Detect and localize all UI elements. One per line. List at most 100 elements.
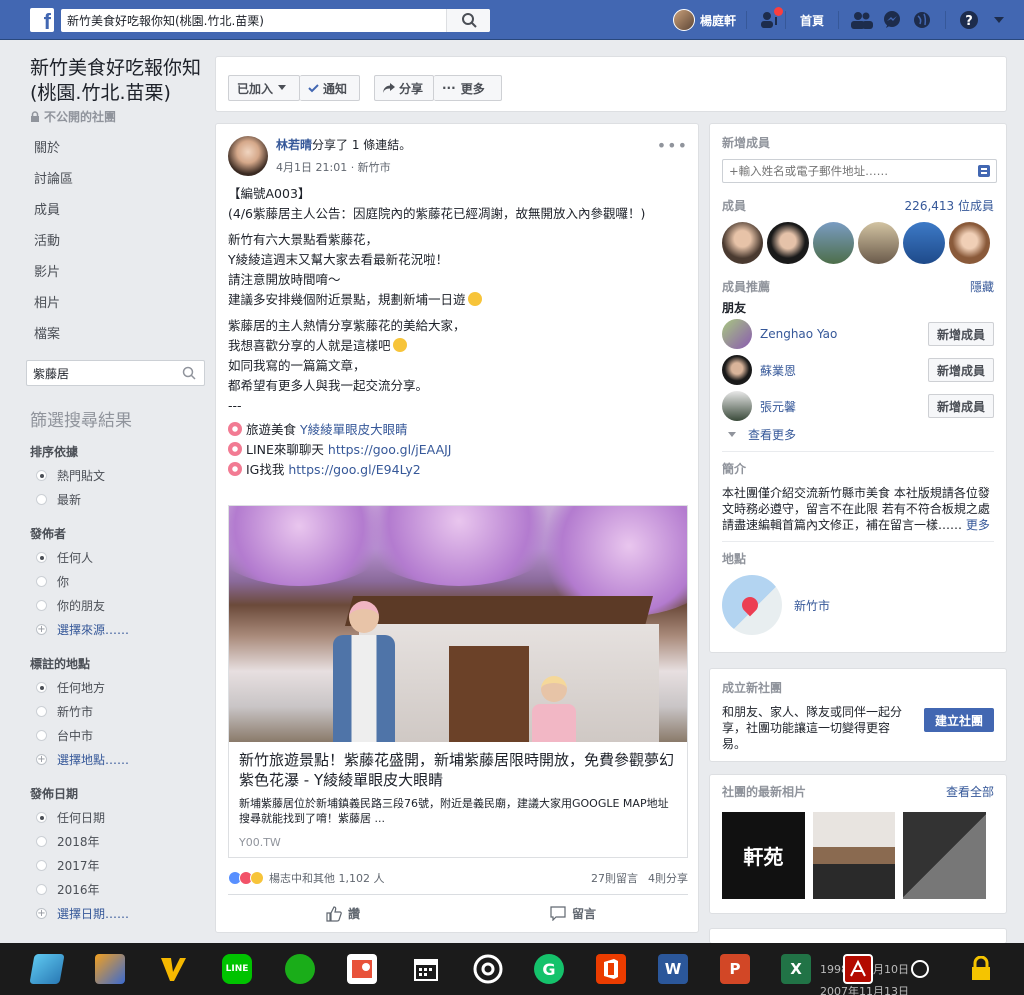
members-count-link[interactable]: 226,413 位成員 (905, 197, 994, 214)
friend-name[interactable]: 蘇業恩 (760, 362, 928, 379)
group-search-input[interactable] (27, 361, 167, 385)
comments-count[interactable]: 27則留言 (591, 870, 638, 886)
shares-count[interactable]: 4則分享 (648, 870, 688, 886)
vegas-app-icon[interactable] (158, 954, 188, 984)
about-more-link[interactable]: 更多 (966, 518, 990, 532)
sidebar-item-about[interactable]: 關於 (20, 133, 210, 164)
radio[interactable] (36, 599, 47, 611)
facebook-logo[interactable]: f (30, 8, 54, 32)
movie-app-icon[interactable] (95, 954, 125, 984)
radio[interactable] (36, 883, 47, 895)
filter-option[interactable]: 任何人 (30, 545, 210, 569)
filter-option[interactable]: 2017年 (30, 853, 210, 877)
choose-date-link[interactable]: 選擇日期…… (57, 905, 129, 922)
avatar[interactable] (722, 319, 752, 349)
filter-more[interactable]: + 選擇地點…… (30, 747, 210, 771)
friend-name[interactable]: 張元馨 (760, 398, 928, 415)
filter-option[interactable]: 台中市 (30, 723, 210, 747)
help-button[interactable]: ? (958, 9, 980, 31)
line-link[interactable]: https://goo.gl/jEAAJJ (328, 442, 452, 457)
see-more-link[interactable]: 查看更多 (748, 426, 796, 443)
profile-link[interactable]: 楊庭軒 (663, 9, 746, 31)
like-button[interactable]: 讚 (228, 905, 458, 922)
radio[interactable] (36, 575, 47, 587)
notifications-button[interactable] (911, 9, 933, 31)
filter-option[interactable]: 熱門貼文 (30, 463, 210, 487)
add-member-input[interactable] (723, 160, 968, 182)
global-search-input[interactable] (61, 9, 451, 32)
more-button[interactable]: ··· 更多 (434, 75, 502, 101)
grammarly-app-icon[interactable]: G (534, 954, 564, 984)
filter-option[interactable]: 2018年 (30, 829, 210, 853)
music-app-icon[interactable] (473, 954, 503, 984)
filter-option[interactable]: 2016年 (30, 877, 210, 901)
calendar-app-icon[interactable] (411, 954, 441, 984)
search-icon[interactable] (182, 366, 196, 380)
radio[interactable] (36, 705, 47, 717)
choose-source-link[interactable]: 選擇來源…… (57, 621, 129, 638)
cortana-icon[interactable] (905, 954, 935, 984)
account-menu-button[interactable] (988, 9, 1010, 31)
office-app-icon[interactable] (596, 954, 626, 984)
avatar[interactable] (812, 222, 854, 264)
wechat-app-icon[interactable] (285, 954, 315, 984)
radio[interactable] (36, 493, 47, 505)
sidebar-item-photos[interactable]: 相片 (20, 288, 210, 319)
radio[interactable] (36, 835, 47, 847)
ig-link[interactable]: https://goo.gl/E94Ly2 (288, 462, 420, 477)
sidebar-item-discussion[interactable]: 討論區 (20, 164, 210, 195)
filter-option[interactable]: 任何地方 (30, 675, 210, 699)
radio[interactable] (36, 859, 47, 871)
add-member-button[interactable]: 新增成員 (927, 394, 994, 418)
avatar[interactable] (767, 222, 809, 264)
excel-app-icon[interactable]: X (781, 954, 811, 984)
author-avatar[interactable] (228, 136, 268, 176)
map-thumbnail[interactable] (722, 575, 782, 635)
avatar[interactable] (722, 355, 752, 385)
sidebar-item-files[interactable]: 檔案 (20, 319, 210, 350)
friend-name[interactable]: Zenghao Yao (760, 327, 928, 341)
filter-option[interactable]: 最新 (30, 487, 210, 511)
filter-option[interactable]: 任何日期 (30, 805, 210, 829)
photo-viewer-icon[interactable] (347, 954, 377, 984)
location-link[interactable]: 新竹市 (794, 597, 830, 614)
radio-selected[interactable] (36, 681, 47, 693)
messenger-button[interactable] (881, 9, 903, 31)
filter-option[interactable]: 新竹市 (30, 699, 210, 723)
powerpoint-app-icon[interactable]: P (720, 954, 750, 984)
link-preview-image[interactable] (229, 506, 687, 742)
comment-button[interactable]: 留言 (458, 905, 688, 922)
sidebar-item-members[interactable]: 成員 (20, 195, 210, 226)
filter-option[interactable]: 你 (30, 569, 210, 593)
author-name[interactable]: 林若晴 (276, 138, 312, 152)
avatar[interactable] (857, 222, 900, 264)
photo-thumbnail[interactable]: 軒苑 (722, 812, 805, 899)
security-app-icon[interactable] (966, 954, 996, 984)
avatar[interactable] (722, 222, 764, 264)
avatar[interactable] (722, 391, 752, 421)
add-member-button[interactable]: 新增成員 (927, 322, 994, 346)
reactions-count[interactable]: 楊志中和其他 1,102 人 (269, 870, 384, 886)
sidebar-item-events[interactable]: 活動 (20, 226, 210, 257)
find-friends-button[interactable] (759, 7, 783, 31)
see-more-row[interactable]: 查看更多 (722, 426, 994, 443)
contacts-icon[interactable] (978, 165, 990, 177)
choose-location-link[interactable]: 選擇地點…… (57, 751, 129, 768)
radio-selected[interactable] (36, 551, 47, 563)
line-app-icon[interactable]: LINE (222, 954, 252, 984)
joined-button[interactable]: 已加入 (228, 75, 300, 101)
blog-link[interactable]: Y綾綾單眼皮大眼睛 (300, 422, 408, 437)
see-all-link[interactable]: 查看全部 (946, 783, 994, 800)
home-link[interactable]: 首頁 (786, 12, 838, 29)
radio-selected[interactable] (36, 811, 47, 823)
avatar[interactable] (903, 222, 945, 264)
notify-button[interactable]: 通知 (300, 75, 360, 101)
link-preview-card[interactable]: 新竹旅遊景點！紫藤花盛開，新埔紫藤居限時開放，免費參觀夢幻紫色花瀑 - Y綾綾單… (228, 505, 688, 858)
sidebar-item-videos[interactable]: 影片 (20, 257, 210, 288)
filter-option[interactable]: 你的朋友 (30, 593, 210, 617)
radio-selected[interactable] (36, 469, 47, 481)
acrobat-app-icon[interactable] (843, 954, 873, 984)
hide-link[interactable]: 隱藏 (970, 278, 994, 295)
photo-thumbnail[interactable] (812, 812, 896, 899)
add-member-button[interactable]: 新增成員 (927, 358, 994, 382)
